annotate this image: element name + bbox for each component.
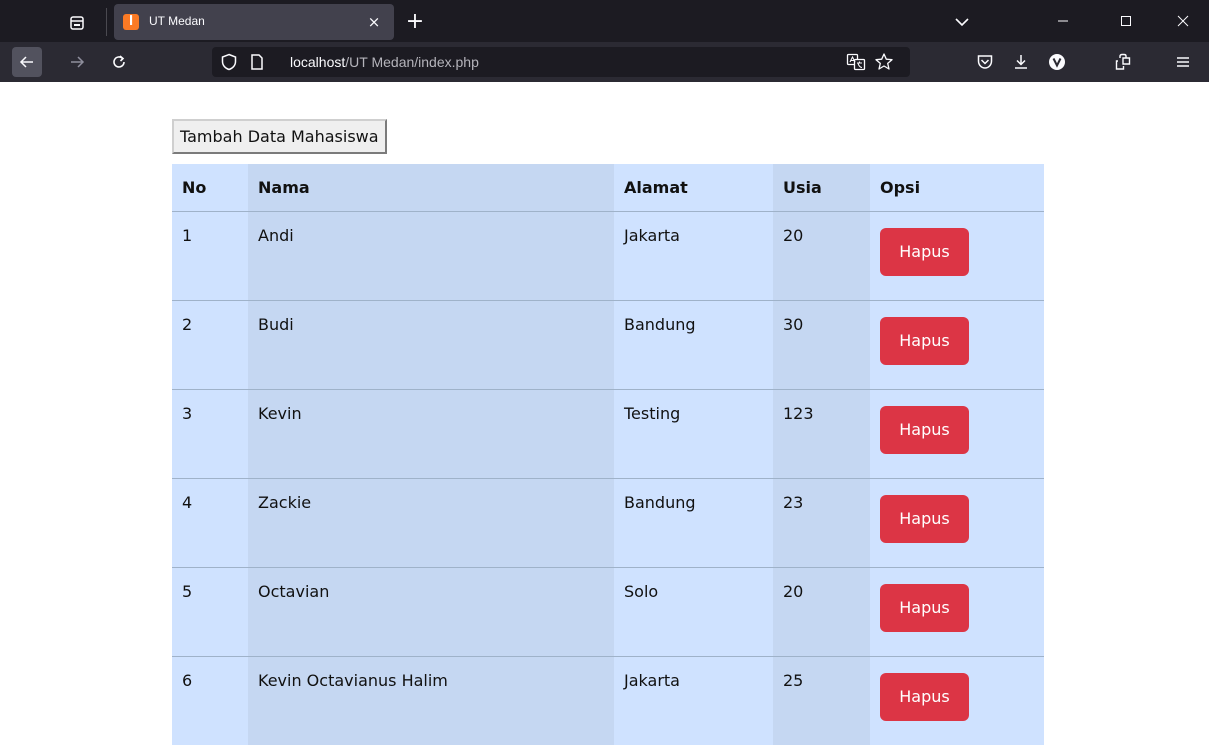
- url-text[interactable]: localhost/UT Medan/index.php: [290, 54, 479, 70]
- cell-nama: Kevin: [248, 389, 614, 479]
- pocket-button[interactable]: [970, 47, 1000, 77]
- page-icon[interactable]: [248, 53, 266, 71]
- forward-button[interactable]: [62, 47, 92, 77]
- delete-button[interactable]: Hapus: [880, 405, 969, 454]
- cell-opsi: Hapus: [870, 478, 1044, 568]
- cell-no: 2: [172, 300, 248, 390]
- cell-alamat: Solo: [614, 567, 773, 657]
- minimize-window-button[interactable]: [1040, 0, 1086, 42]
- header-opsi: Opsi: [870, 164, 1044, 212]
- add-student-button[interactable]: Tambah Data Mahasiswa: [172, 119, 387, 154]
- back-button[interactable]: [12, 47, 42, 77]
- shield-icon[interactable]: [220, 53, 238, 71]
- header-alamat: Alamat: [614, 164, 773, 212]
- page-content: Tambah Data Mahasiswa No Nama Alamat Usi…: [0, 82, 1209, 745]
- cell-no: 5: [172, 567, 248, 657]
- minimize-icon: [1058, 20, 1068, 22]
- bookmark-star-icon[interactable]: [874, 52, 894, 72]
- close-window-button[interactable]: [1160, 0, 1206, 42]
- cell-usia: 123: [773, 389, 870, 479]
- table-row: 2 Budi Bandung 30 Hapus: [172, 300, 1044, 390]
- list-all-tabs-button[interactable]: [950, 10, 974, 34]
- cell-no: 3: [172, 389, 248, 479]
- delete-button[interactable]: Hapus: [880, 227, 969, 276]
- tab-strip: ꟾ UT Medan × +: [0, 0, 1209, 42]
- cell-nama: Budi: [248, 300, 614, 390]
- table-row: 3 Kevin Testing 123 Hapus: [172, 389, 1044, 479]
- header-no: No: [172, 164, 248, 212]
- maximize-icon: [1121, 16, 1131, 26]
- cell-opsi: Hapus: [870, 211, 1044, 301]
- close-icon: [1177, 15, 1189, 27]
- navigation-toolbar: localhost/UT Medan/index.php: [0, 42, 1209, 82]
- delete-button[interactable]: Hapus: [880, 583, 969, 632]
- url-path: /UT Medan/index.php: [345, 54, 479, 70]
- arrow-right-icon: [71, 56, 85, 68]
- cell-nama: Zackie: [248, 478, 614, 568]
- cell-opsi: Hapus: [870, 567, 1044, 657]
- share-icon: [1115, 53, 1131, 70]
- extension-v-icon: [1049, 54, 1065, 70]
- translate-icon[interactable]: [846, 52, 866, 72]
- cell-usia: 23: [773, 478, 870, 568]
- delete-button[interactable]: Hapus: [880, 316, 969, 365]
- student-table: No Nama Alamat Usia Opsi 1 Andi Jakarta …: [172, 164, 1044, 745]
- header-nama: Nama: [248, 164, 614, 212]
- pocket-icon: [977, 55, 993, 69]
- share-button[interactable]: [1108, 47, 1138, 77]
- cell-alamat: Testing: [614, 389, 773, 479]
- app-menu-button[interactable]: [1168, 47, 1198, 77]
- reload-button[interactable]: [104, 47, 134, 77]
- cell-no: 4: [172, 478, 248, 568]
- cell-opsi: Hapus: [870, 300, 1044, 390]
- download-icon: [1015, 55, 1027, 69]
- url-host: localhost: [290, 54, 346, 70]
- xampp-icon: ꟾ: [123, 14, 139, 30]
- table-header-row: No Nama Alamat Usia Opsi: [172, 164, 1044, 212]
- cell-usia: 30: [773, 300, 870, 390]
- chevron-down-icon: [955, 18, 969, 27]
- browser-tab-ut-medan[interactable]: ꟾ UT Medan ×: [114, 4, 394, 40]
- url-bar[interactable]: localhost/UT Medan/index.php: [212, 47, 910, 77]
- cell-no: 1: [172, 211, 248, 301]
- tab-title: UT Medan: [149, 14, 205, 28]
- cell-usia: 20: [773, 211, 870, 301]
- cell-nama: Octavian: [248, 567, 614, 657]
- firefox-view-icon: [70, 16, 84, 30]
- reload-icon: [113, 55, 125, 68]
- new-tab-button[interactable]: +: [400, 8, 430, 38]
- arrow-left-icon: [19, 56, 33, 68]
- cell-alamat: Bandung: [614, 478, 773, 568]
- table-row: 6 Kevin Octavianus Halim Jakarta 25 Hapu…: [172, 656, 1044, 745]
- maximize-window-button[interactable]: [1103, 0, 1149, 42]
- cell-nama: Kevin Octavianus Halim: [248, 656, 614, 745]
- cell-no: 6: [172, 656, 248, 745]
- close-tab-button[interactable]: ×: [364, 12, 384, 32]
- cell-opsi: Hapus: [870, 389, 1044, 479]
- cell-alamat: Jakarta: [614, 656, 773, 745]
- cell-usia: 20: [773, 567, 870, 657]
- cell-alamat: Bandung: [614, 300, 773, 390]
- firefox-view-button[interactable]: [58, 8, 96, 38]
- header-usia: Usia: [773, 164, 870, 212]
- downloads-button[interactable]: [1006, 47, 1036, 77]
- cell-alamat: Jakarta: [614, 211, 773, 301]
- cell-nama: Andi: [248, 211, 614, 301]
- table-row: 1 Andi Jakarta 20 Hapus: [172, 211, 1044, 301]
- hamburger-menu-icon: [1177, 57, 1189, 67]
- extension-v-button[interactable]: [1042, 47, 1072, 77]
- cell-usia: 25: [773, 656, 870, 745]
- table-row: 5 Octavian Solo 20 Hapus: [172, 567, 1044, 657]
- cell-opsi: Hapus: [870, 656, 1044, 745]
- delete-button[interactable]: Hapus: [880, 672, 969, 721]
- tab-separator: [106, 8, 107, 36]
- table-row: 4 Zackie Bandung 23 Hapus: [172, 478, 1044, 568]
- delete-button[interactable]: Hapus: [880, 494, 969, 543]
